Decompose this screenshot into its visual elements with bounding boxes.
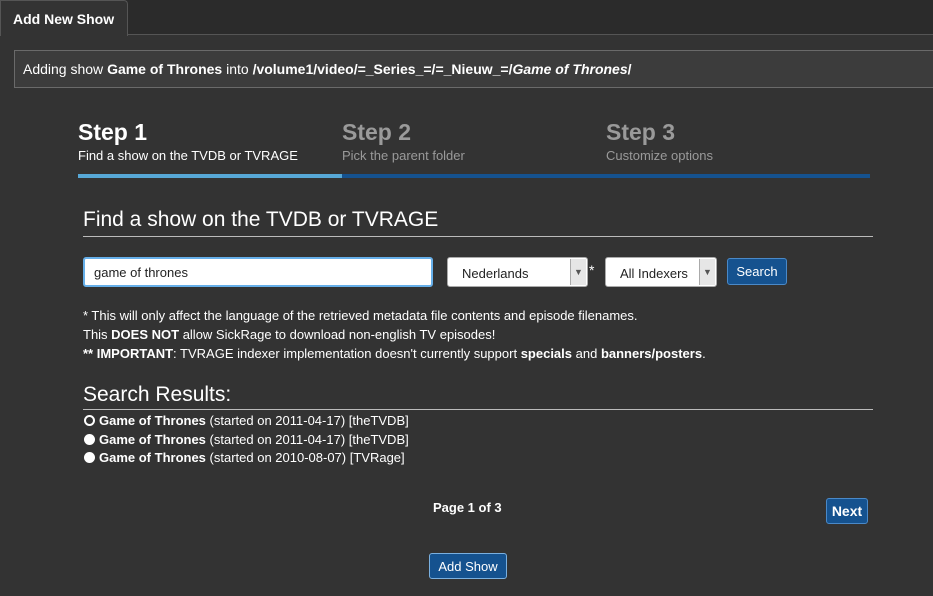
note-download-pre: This [83,327,112,342]
step-1-title: Step 1 [78,119,148,145]
indexer-selected-value: All Indexers [620,266,688,281]
note-download-post: allow SickRage to download non-english T… [179,327,496,342]
note-end: . [702,346,706,361]
step-3[interactable]: Step 3 Customize options [606,118,870,163]
chevron-down-icon: ▼ [699,259,715,285]
radio-button[interactable] [84,452,95,463]
search-results-list: Game of Thrones (started on 2011-04-17) … [84,412,874,468]
step-wizard: Step 1 Find a show on the TVDB or TVRAGE… [78,118,870,180]
step-2-subtitle: Pick the parent folder [342,148,465,163]
step-2[interactable]: Step 2 Pick the parent folder [342,118,606,163]
note-and: and [572,346,601,361]
step-3-title: Step 3 [606,119,676,145]
radio-button[interactable] [84,433,95,445]
note-download: This DOES NOT allow SickRage to download… [83,325,883,344]
info-folder: Game of Thrones [512,61,628,77]
note-banners: banners/posters [600,346,703,361]
search-results-title: Search Results: [83,383,873,410]
language-selected-value: Nederlands [462,266,529,281]
next-button[interactable]: Next [826,498,868,524]
chevron-down-icon: ▼ [570,259,586,285]
search-notes: * This will only affect the language of … [83,306,883,363]
radio-button[interactable] [84,415,95,426]
note-important: ** IMPORTANT: TVRAGE indexer implementat… [83,344,883,363]
step-1[interactable]: Step 1 Find a show on the TVDB or TVRAGE [78,118,342,163]
info-show-name: Game of Thrones [107,61,223,77]
note-does-not: DOES NOT [111,327,180,342]
show-name-input[interactable] [83,257,433,287]
result-detail: (started on 2011-04-17) [theTVDB] [205,413,409,428]
note-important-text: : TVRAGE indexer implementation doesn't … [173,346,521,361]
search-result-item[interactable]: Game of Thrones (started on 2011-04-17) … [84,431,874,450]
result-detail: (started on 2010-08-07) [TVRage] [205,450,405,465]
info-path: /volume1/video/=_Series_=/=_Nieuw_=/ [252,61,513,77]
result-name: Game of Thrones [99,450,206,465]
info-middle: into [222,61,253,77]
result-detail: (started on 2011-04-17) [theTVDB] [205,431,409,447]
step-2-title: Step 2 [342,119,412,145]
indexer-select[interactable]: All Indexers ▼ [605,257,717,287]
step-1-subtitle: Find a show on the TVDB or TVRAGE [78,148,298,163]
note-language: * This will only affect the language of … [83,308,638,323]
result-name: Game of Thrones [99,413,206,428]
step-3-subtitle: Customize options [606,148,713,163]
search-result-item[interactable]: Game of Thrones (started on 2010-08-07) … [84,449,874,468]
search-button[interactable]: Search [727,258,787,285]
tab-add-new-show[interactable]: Add New Show [0,0,128,36]
step-progress-bar [78,174,870,178]
result-name: Game of Thrones [99,431,206,447]
add-show-button[interactable]: Add Show [429,553,507,579]
page-indicator: Page 1 of 3 [433,500,502,515]
note-important-label: ** IMPORTANT [83,346,174,361]
adding-show-info: Adding show Game of Thrones into /volume… [14,50,933,88]
info-suffix: / [627,61,632,77]
search-result-item[interactable]: Game of Thrones (started on 2011-04-17) … [84,412,874,431]
note-specials: specials [520,346,573,361]
tab-bar: Add New Show [0,0,933,36]
language-select[interactable]: Nederlands ▼ [447,257,588,287]
section-title: Find a show on the TVDB or TVRAGE [83,208,873,237]
info-prefix: Adding show [23,61,108,77]
step-progress-fill [78,174,342,178]
language-asterisk: * [589,262,595,278]
